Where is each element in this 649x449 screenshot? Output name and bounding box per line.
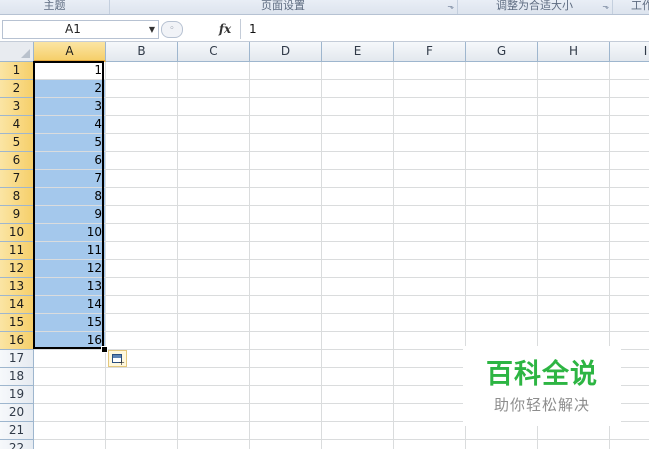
formula-bar-divider [240,19,241,39]
chevron-down-icon[interactable]: ▼ [149,21,155,38]
column-header[interactable]: A [34,42,106,62]
ribbon-group-label: 工作 [631,0,649,12]
row-header[interactable]: 7 [0,170,34,188]
cell-a13[interactable]: 13 [34,278,105,295]
ribbon-group-label: 页面设置 [261,0,305,12]
column-gridline [249,62,250,449]
cell-a9[interactable]: 9 [34,206,105,223]
column-header[interactable]: D [250,42,322,62]
column-header[interactable]: C [178,42,250,62]
row-header[interactable]: 11 [0,242,34,260]
row-gridline [34,241,649,242]
row-gridline [34,259,649,260]
row-gridline [34,295,649,296]
cell-a2[interactable]: 2 [34,80,105,97]
fill-handle[interactable] [101,346,108,353]
ribbon-group: 主题 [0,0,110,14]
row-gridline [34,187,649,188]
watermark-title: 百科全说 [486,359,598,390]
row-header[interactable]: 4 [0,116,34,134]
row-header[interactable]: 10 [0,224,34,242]
insert-function-icon[interactable]: fx [214,20,236,38]
cell-a7[interactable]: 7 [34,170,105,187]
row-header[interactable]: 22 [0,440,34,449]
ribbon-group-label: 主题 [43,0,66,12]
row-gridline [34,169,649,170]
row-gridline [34,97,649,98]
row-header[interactable]: 6 [0,152,34,170]
row-gridline [34,277,649,278]
formula-bar-resize-handle[interactable]: ◦ [161,21,183,38]
cell-a4[interactable]: 4 [34,116,105,133]
column-gridline [177,62,178,449]
watermark-logo: 百科全说 助你轻松解决 [463,346,621,426]
column-header[interactable]: I [610,42,649,62]
column-gridline [105,62,106,449]
row-header[interactable]: 18 [0,368,34,386]
row-header[interactable]: 14 [0,296,34,314]
cell-a12[interactable]: 12 [34,260,105,277]
row-header[interactable]: 21 [0,422,34,440]
cell-a10[interactable]: 10 [34,224,105,241]
ribbon-group: 页面设置 ⬎ [109,0,458,14]
row-header[interactable]: 8 [0,188,34,206]
row-header[interactable]: 1 [0,62,34,80]
row-header[interactable]: 16 [0,332,34,350]
formula-bar: A1 ▼ ◦ fx 1 [0,15,649,42]
dialog-launcher-icon[interactable]: ⬎ [602,1,609,13]
ribbon-group: 工作 [612,0,649,14]
cell-a11[interactable]: 11 [34,242,105,259]
row-header[interactable]: 13 [0,278,34,296]
select-all-corner[interactable] [0,42,34,62]
plus-icon: + [118,358,125,367]
cell-a14[interactable]: 14 [34,296,105,313]
row-header[interactable]: 15 [0,314,34,332]
row-gridline [34,439,649,440]
row-gridline [34,115,649,116]
row-gridline [34,313,649,314]
column-header[interactable]: E [322,42,394,62]
cell-a6[interactable]: 6 [34,152,105,169]
cell-a1[interactable]: 1 [34,62,105,79]
cell-a3[interactable]: 3 [34,98,105,115]
row-header[interactable]: 5 [0,134,34,152]
row-header[interactable]: 17 [0,350,34,368]
name-box-value: A1 [65,22,81,36]
column-header[interactable]: H [538,42,610,62]
cell-a8[interactable]: 8 [34,188,105,205]
row-header[interactable]: 9 [0,206,34,224]
row-gridline [34,151,649,152]
column-header[interactable]: B [106,42,178,62]
ribbon-group-labels: 主题 页面设置 ⬎ 调整为合适大小 ⬎ 工作 [0,0,649,15]
watermark-subtitle: 助你轻松解决 [493,396,590,414]
row-gridline [34,205,649,206]
row-header[interactable]: 19 [0,386,34,404]
row-header[interactable]: 2 [0,80,34,98]
row-gridline [34,79,649,80]
row-header[interactable]: 20 [0,404,34,422]
row-gridline [34,223,649,224]
ribbon-group-label: 调整为合适大小 [496,0,573,12]
name-box[interactable]: A1 ▼ [2,20,159,39]
auto-fill-options-button[interactable]: + [108,350,127,367]
column-header[interactable]: F [394,42,466,62]
cell-a15[interactable]: 15 [34,314,105,331]
row-header[interactable]: 3 [0,98,34,116]
row-gridline [34,331,649,332]
dialog-launcher-icon[interactable]: ⬎ [447,1,454,13]
ribbon-group: 调整为合适大小 ⬎ [457,0,613,14]
column-gridline [393,62,394,449]
cell-a16[interactable]: 16 [34,332,105,349]
row-header[interactable]: 12 [0,260,34,278]
formula-input[interactable]: 1 [249,20,257,38]
cell-a5[interactable]: 5 [34,134,105,151]
column-gridline [321,62,322,449]
column-header[interactable]: G [466,42,538,62]
select-all-triangle-icon [21,49,30,58]
row-gridline [34,133,649,134]
